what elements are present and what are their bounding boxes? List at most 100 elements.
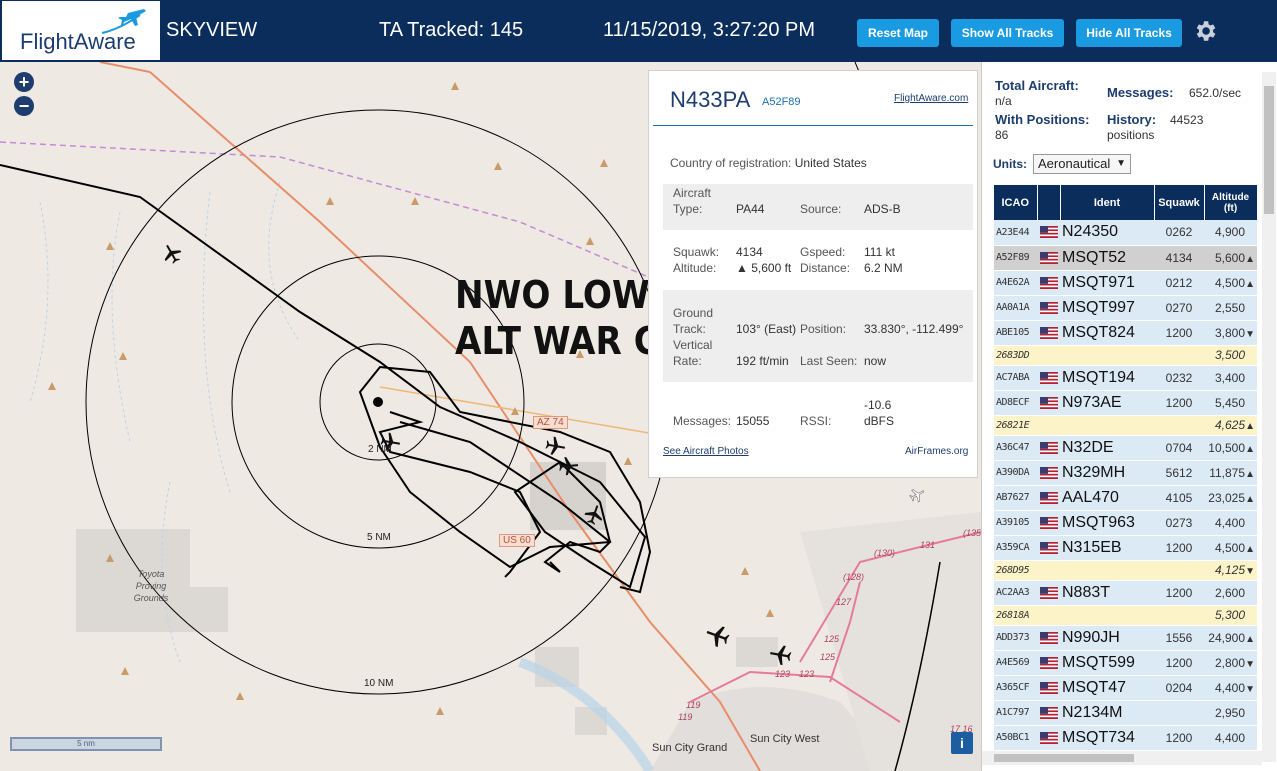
airplane-icon[interactable]: [704, 622, 732, 650]
range-label-2nm: 2 NM: [368, 444, 392, 455]
app-title: SKYVIEW: [166, 19, 258, 41]
altitude-trend-icon: ▲: [1245, 278, 1255, 290]
aircraft-table-row[interactable]: 26818A 5,300: [994, 605, 1257, 626]
cell-icao: A39105: [994, 510, 1037, 536]
aircraft-table-row[interactable]: A390DA N329MH 5612 11,875▲: [994, 460, 1257, 486]
cell-altitude: 24,900▲: [1204, 625, 1257, 651]
scrollbar-thumb[interactable]: [1264, 86, 1274, 214]
altitude-trend-icon: ▼: [1245, 683, 1255, 695]
vertical-rate-label-2: Rate:: [673, 354, 702, 368]
cell-altitude: 10,500▲: [1204, 435, 1257, 461]
cell-altitude: 3,500: [1204, 345, 1257, 366]
aircraft-table-row[interactable]: 26821E 4,625▲: [994, 415, 1257, 436]
aircraft-table-row[interactable]: AA0A1A MSQT997 0270 2,550: [994, 295, 1257, 321]
altitude-value: 4,125: [1214, 563, 1245, 577]
cell-altitude: 4,400: [1204, 725, 1257, 751]
aircraft-table-row[interactable]: A52F89 MSQT52 4134 5,600▲: [994, 245, 1257, 271]
col-header-flag[interactable]: [1037, 185, 1061, 220]
us-flag-icon: [1039, 706, 1058, 719]
road-number: (130): [874, 548, 896, 558]
cell-icao: ABE105: [994, 320, 1037, 346]
range-label-5nm: 5 NM: [367, 532, 391, 543]
col-header-altitude[interactable]: Altitude (ft): [1204, 185, 1258, 220]
altitude-value: 3,400: [1214, 370, 1245, 385]
airplane-icon[interactable]: [582, 503, 606, 527]
flightaware-link[interactable]: FlightAware.com: [894, 93, 968, 104]
vertical-scrollbar[interactable]: [1262, 72, 1276, 762]
cell-altitude: 4,900: [1204, 220, 1257, 246]
popup-row-squawk: Squawk: 4134 Gspeed: 111 kt Altitude: ▲ …: [663, 243, 973, 289]
airplane-icon[interactable]: [160, 242, 184, 266]
cell-squawk: 0232: [1154, 365, 1204, 391]
squawk-value: 4134: [736, 245, 763, 259]
hide-all-tracks-button[interactable]: Hide All Tracks: [1076, 19, 1182, 47]
zoom-in-button[interactable]: +: [14, 72, 34, 92]
popup-hex[interactable]: A52F89: [762, 96, 801, 108]
aircraft-table-row[interactable]: A359CA N315EB 1200 4,500▲: [994, 535, 1257, 561]
aircraft-table-row[interactable]: 2683DD 3,500: [994, 345, 1257, 366]
aircraft-table-row[interactable]: A23E44 N24350 0262 4,900: [994, 220, 1257, 246]
us-flag-icon: [1039, 441, 1058, 454]
col-header-ident[interactable]: Ident: [1060, 185, 1155, 220]
last-seen-label: Last Seen:: [800, 354, 858, 368]
info-button[interactable]: i: [951, 732, 973, 754]
cell-ident: MSQT971: [1060, 270, 1154, 296]
cell-ident: N329MH: [1060, 460, 1154, 486]
col-header-squawk[interactable]: Squawk: [1154, 185, 1205, 220]
scrollbar-thumb[interactable]: [994, 754, 1134, 762]
show-all-tracks-button[interactable]: Show All Tracks: [951, 19, 1064, 47]
position-label: Position:: [800, 322, 847, 336]
aircraft-table-row[interactable]: A1C797 N2134M 2,950: [994, 700, 1257, 726]
airplane-icon[interactable]: [556, 454, 580, 478]
reset-map-button[interactable]: Reset Map: [857, 19, 939, 47]
aircraft-table-row[interactable]: AD8ECF N973AE 1200 5,450: [994, 390, 1257, 416]
aircraft-table-row[interactable]: AC7ABA MSQT194 0232 3,400: [994, 365, 1257, 391]
road-number: 119: [678, 712, 693, 722]
see-aircraft-photos-link[interactable]: See Aircraft Photos: [663, 446, 749, 457]
cell-flag: [1037, 675, 1060, 701]
cell-flag: [1037, 245, 1060, 271]
zoom-out-button[interactable]: −: [14, 96, 34, 116]
airframes-link[interactable]: AirFrames.org: [905, 446, 968, 457]
us-flag-icon: [1039, 276, 1058, 289]
col-header-icao[interactable]: ICAO: [994, 185, 1038, 220]
cell-altitude: 4,500▲: [1204, 535, 1257, 561]
aircraft-table-row[interactable]: A36C47 N32DE 0704 10,500▲: [994, 435, 1257, 461]
aircraft-table-row[interactable]: AB7627 AAL470 4105 23,025▲: [994, 485, 1257, 511]
aircraft-table-row[interactable]: ADD373 N990JH 1556 24,900▲: [994, 625, 1257, 651]
flightaware-logo[interactable]: FlightAware: [2, 1, 160, 60]
cell-squawk: 1200: [1154, 390, 1204, 416]
cell-altitude: 11,875▲: [1204, 460, 1257, 486]
aircraft-table-row[interactable]: A50BC1 MSQT734 1200 4,400: [994, 725, 1257, 751]
units-select[interactable]: Aeronautical ▼: [1033, 154, 1131, 174]
airplane-icon[interactable]: [768, 642, 794, 668]
altitude-trend-icon: ▲: [1245, 493, 1255, 505]
horizontal-scrollbar[interactable]: [982, 751, 1262, 765]
cell-ident: MSQT47: [1060, 675, 1154, 701]
aircraft-table-row[interactable]: A4E62A MSQT971 0212 4,500▲: [994, 270, 1257, 296]
position-value: 33.830°, -112.499°: [864, 322, 964, 336]
aircraft-table-row[interactable]: 268D95 4,125▼: [994, 560, 1257, 581]
us-flag-icon: [1039, 681, 1058, 694]
us-flag-icon: [1039, 631, 1058, 644]
altitude-value: 24,900: [1208, 630, 1245, 645]
aircraft-table-row[interactable]: AC2AA3 N883T 1200 2,600: [994, 580, 1257, 606]
airplane-icon[interactable]: [908, 486, 926, 504]
units-select-value: Aeronautical: [1038, 156, 1111, 171]
aircraft-table-row[interactable]: A4E569 MSQT599 1200 2,800▼: [994, 650, 1257, 676]
altitude-value: 3,800: [1214, 325, 1245, 340]
aircraft-table-row[interactable]: A39105 MSQT963 0273 4,400: [994, 510, 1257, 536]
cell-squawk: 5612: [1154, 460, 1204, 486]
rssi-unit: dBFS: [864, 414, 895, 428]
ground-track-label-2: Track:: [673, 322, 706, 336]
cell-flag: [1037, 390, 1060, 416]
aircraft-table-row[interactable]: A365CF MSQT47 0204 4,400▼: [994, 675, 1257, 701]
cell-ident: N990JH: [1060, 625, 1154, 651]
messages-value: 15055: [736, 414, 770, 428]
cell-altitude: 5,450: [1204, 390, 1257, 416]
cell-altitude: 4,125▼: [1204, 560, 1257, 581]
scale-bar: 5 nm: [10, 737, 162, 751]
altitude-value: 4,400: [1214, 515, 1245, 530]
gear-icon[interactable]: [1192, 18, 1218, 44]
aircraft-table-row[interactable]: ABE105 MSQT824 1200 3,800▼: [994, 320, 1257, 346]
